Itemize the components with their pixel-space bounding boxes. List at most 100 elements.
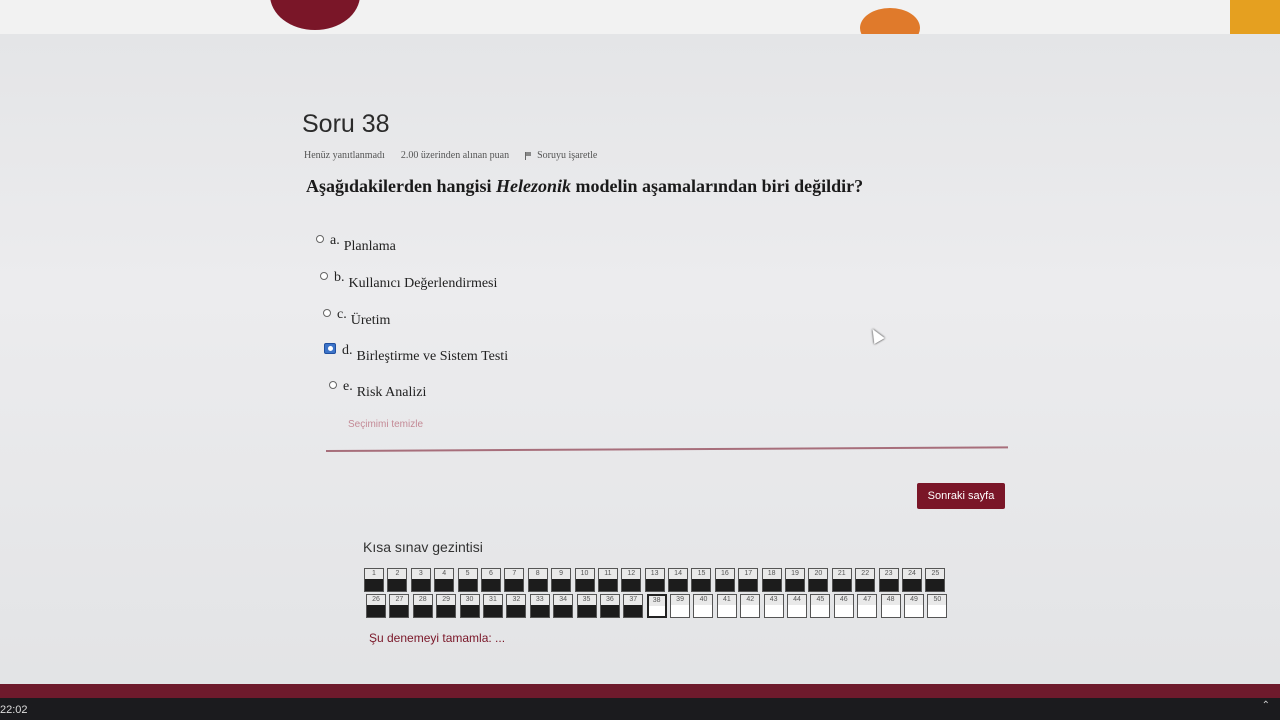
quiz-nav-number: 1 xyxy=(365,569,383,579)
quiz-nav-number: 8 xyxy=(528,569,547,579)
quiz-nav-button-50[interactable]: 50 xyxy=(927,594,948,618)
quiz-nav-button-46[interactable]: 46 xyxy=(833,594,854,618)
quiz-navigation-title: Kısa sınav gezintisi xyxy=(363,539,483,555)
quiz-nav-button-29[interactable]: 29 xyxy=(436,594,457,618)
quiz-nav-button-37[interactable]: 37 xyxy=(623,594,644,618)
quiz-nav-button-18[interactable]: 18 xyxy=(761,568,782,592)
quiz-nav-button-38[interactable]: 38 xyxy=(646,594,667,618)
quiz-nav-button-16[interactable]: 16 xyxy=(714,568,735,592)
quiz-nav-number: 19 xyxy=(786,569,805,579)
quiz-nav-button-34[interactable]: 34 xyxy=(553,594,574,618)
quiz-nav-button-43[interactable]: 43 xyxy=(763,594,784,618)
quiz-nav-number: 27 xyxy=(390,595,409,605)
quiz-nav-button-23[interactable]: 23 xyxy=(878,568,899,592)
quiz-nav-number: 42 xyxy=(741,595,760,605)
quiz-nav-button-39[interactable]: 39 xyxy=(670,594,691,618)
quiz-nav-button-3[interactable]: 3 xyxy=(410,568,431,592)
quiz-nav-button-20[interactable]: 20 xyxy=(808,568,829,592)
taskbar xyxy=(0,698,1280,720)
quiz-nav-button-49[interactable]: 49 xyxy=(903,594,924,618)
quiz-nav-button-25[interactable]: 25 xyxy=(925,568,946,592)
quiz-nav-button-32[interactable]: 32 xyxy=(506,594,527,618)
quiz-nav-button-21[interactable]: 21 xyxy=(831,568,852,592)
quiz-nav-button-24[interactable]: 24 xyxy=(901,568,922,592)
quiz-nav-button-15[interactable]: 15 xyxy=(691,568,712,592)
quiz-nav-button-48[interactable]: 48 xyxy=(880,594,901,618)
question-text: Aşağıdakilerden hangisi Helezonik modeli… xyxy=(306,176,863,197)
quiz-nav-number: 10 xyxy=(575,569,594,579)
quiz-nav-number: 43 xyxy=(764,595,783,605)
quiz-nav-button-31[interactable]: 31 xyxy=(482,594,503,618)
quiz-nav-number: 12 xyxy=(622,569,641,579)
quiz-nav-number: 35 xyxy=(577,595,596,605)
option-letter: e. xyxy=(343,379,353,394)
quiz-nav-button-35[interactable]: 35 xyxy=(576,594,597,618)
question-text-after: modelin aşamalarından biri değildir? xyxy=(571,176,864,196)
quiz-nav-number: 25 xyxy=(926,569,945,579)
question-status: Henüz yanıtlanmadı xyxy=(304,150,385,161)
flag-question-link[interactable]: Soruyu işaretle xyxy=(525,150,597,161)
quiz-nav-button-30[interactable]: 30 xyxy=(459,594,480,618)
radio-d-selected[interactable] xyxy=(324,343,336,354)
radio-c[interactable] xyxy=(323,309,331,317)
radio-e[interactable] xyxy=(329,381,337,389)
finish-attempt-link[interactable]: Şu denemeyi tamamla: ... xyxy=(369,631,505,645)
next-page-button[interactable]: Sonraki sayfa xyxy=(917,483,1005,509)
quiz-nav-number: 15 xyxy=(692,569,711,579)
quiz-nav-button-27[interactable]: 27 xyxy=(389,594,410,618)
quiz-nav-button-12[interactable]: 12 xyxy=(621,568,642,592)
quiz-nav-button-7[interactable]: 7 xyxy=(504,568,525,592)
quiz-nav-button-28[interactable]: 28 xyxy=(412,594,433,618)
question-text-before: Aşağıdakilerden hangisi xyxy=(306,176,497,196)
answer-option-e[interactable]: e. Risk Analizi xyxy=(329,379,426,401)
quiz-nav-button-4[interactable]: 4 xyxy=(434,568,455,592)
quiz-nav-button-36[interactable]: 36 xyxy=(599,594,620,618)
quiz-nav-number: 47 xyxy=(858,595,877,605)
quiz-nav-number: 33 xyxy=(530,595,549,605)
quiz-nav-number: 22 xyxy=(856,569,875,579)
tray-chevron-icon[interactable]: ⌃ xyxy=(1262,700,1270,711)
radio-b[interactable] xyxy=(320,272,328,280)
clear-choice-link[interactable]: Seçimimi temizle xyxy=(348,419,423,430)
quiz-nav-button-47[interactable]: 47 xyxy=(857,594,878,618)
quiz-nav-button-19[interactable]: 19 xyxy=(785,568,806,592)
quiz-nav-number: 39 xyxy=(671,595,690,605)
quiz-nav-number: 38 xyxy=(648,596,665,606)
quiz-nav-button-13[interactable]: 13 xyxy=(644,568,665,592)
quiz-nav-number: 28 xyxy=(413,595,432,605)
quiz-nav-button-2[interactable]: 2 xyxy=(387,568,408,592)
quiz-nav-number: 11 xyxy=(598,569,617,579)
quiz-nav-button-33[interactable]: 33 xyxy=(529,594,550,618)
quiz-nav-button-26[interactable]: 26 xyxy=(366,594,386,618)
quiz-nav-button-10[interactable]: 10 xyxy=(574,568,595,592)
quiz-nav-button-22[interactable]: 22 xyxy=(855,568,876,592)
quiz-nav-button-1[interactable]: 1 xyxy=(364,568,384,592)
quiz-nav-button-8[interactable]: 8 xyxy=(527,568,548,592)
quiz-nav-button-11[interactable]: 11 xyxy=(597,568,618,592)
quiz-nav-button-42[interactable]: 42 xyxy=(740,594,761,618)
answer-option-b[interactable]: b. Kullanıcı Değerlendirmesi xyxy=(320,270,497,292)
flag-question-label: Soruyu işaretle xyxy=(537,150,598,161)
radio-a[interactable] xyxy=(316,235,324,243)
quiz-nav-button-9[interactable]: 9 xyxy=(551,568,572,592)
quiz-nav-number: 26 xyxy=(367,595,385,605)
quiz-nav-number: 41 xyxy=(717,595,736,605)
quiz-nav-button-41[interactable]: 41 xyxy=(716,594,737,618)
quiz-nav-button-40[interactable]: 40 xyxy=(693,594,714,618)
question-points: 2.00 üzerinden alınan puan xyxy=(400,150,510,161)
banner-decoration-2 xyxy=(1230,0,1280,34)
quiz-nav-number: 49 xyxy=(904,595,923,605)
option-letter: c. xyxy=(337,307,347,322)
quiz-nav-number: 24 xyxy=(902,569,921,579)
question-text-emphasis: Helezonik xyxy=(496,176,572,196)
quiz-nav-button-17[interactable]: 17 xyxy=(738,568,759,592)
answer-option-a[interactable]: a. Planlama xyxy=(316,233,396,255)
quiz-nav-number: 3 xyxy=(411,569,430,579)
quiz-nav-button-6[interactable]: 6 xyxy=(480,568,501,592)
quiz-nav-button-44[interactable]: 44 xyxy=(787,594,808,618)
quiz-nav-button-45[interactable]: 45 xyxy=(810,594,831,618)
quiz-nav-button-5[interactable]: 5 xyxy=(457,568,478,592)
answer-option-d[interactable]: d. Birleştirme ve Sistem Testi xyxy=(324,343,508,365)
answer-option-c[interactable]: c. Üretim xyxy=(323,307,390,329)
quiz-nav-button-14[interactable]: 14 xyxy=(668,568,689,592)
